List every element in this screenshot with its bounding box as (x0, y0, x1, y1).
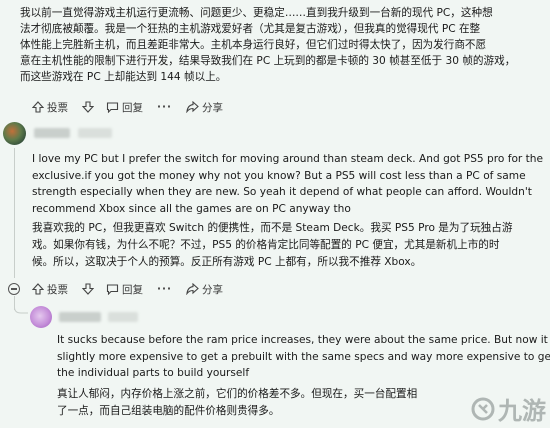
comment-actions: 投票 回复 ··· 分享 (32, 281, 237, 297)
text-line: 戏。如果你有钱，为什么不呢？不过，PS5 的价格肯定比同等配置的 PC 便宜，尤… (32, 239, 500, 251)
reply-connector-curve (14, 303, 28, 314)
text-line: 意在主机性能的限制下进行开发，结果导致我们在 PC 上玩到的都是卡顿的 30 帧… (20, 55, 516, 67)
text-line: slightly more expensive to get a prebuil… (57, 350, 550, 363)
text-line: the individual parts to build yourself (57, 367, 250, 379)
comment-icon (106, 283, 119, 295)
comment-icon (106, 101, 119, 113)
avatar[interactable] (3, 122, 26, 145)
text-line: 了一点，而自己组装电脑的配件价格则贵得多。 (57, 405, 280, 417)
text-line: 候。所以，这取决于个人的预算。反正所有游戏 PC 上都有，所以我不推荐 Xbox… (32, 256, 422, 268)
reply-button[interactable]: 回复 (106, 100, 143, 115)
collapse-icon[interactable] (8, 283, 20, 295)
watermark-logo: 九游 (470, 391, 546, 426)
avatar[interactable] (30, 306, 52, 328)
downvote-button[interactable] (82, 283, 94, 295)
share-icon (186, 101, 199, 113)
text-line: 而这些游戏在 PC 上却能达到 144 帧以上。 (20, 71, 227, 83)
downvote-icon (82, 283, 94, 295)
reply-label: 回复 (122, 101, 143, 114)
comment-english-text: I love my PC but I prefer the switch for… (32, 151, 543, 217)
downvote-icon (82, 101, 94, 113)
text-line: 体性能上完胜新主机，而且差距非常大。主机本身运行良好，但它们过时得太快了，因为发… (20, 39, 487, 51)
upvote-button[interactable]: 投票 (32, 282, 68, 297)
downvote-button[interactable] (82, 101, 94, 113)
reply-label: 回复 (122, 283, 143, 296)
share-label: 分享 (201, 101, 223, 114)
text-line: strength especially when they are new. S… (32, 186, 532, 198)
share-button[interactable]: 分享 (186, 282, 223, 297)
reply-english-text: It sucks because before the ram price in… (57, 332, 550, 382)
timestamp-blurred (78, 128, 112, 138)
share-button[interactable]: 分享 (186, 100, 223, 115)
timestamp-blurred (108, 312, 138, 322)
vote-label: 投票 (47, 283, 68, 296)
watermark-text: 九游 (498, 397, 546, 425)
share-label: 分享 (201, 283, 223, 296)
more-icon[interactable]: ··· (157, 283, 172, 295)
watermark-icon (471, 397, 495, 420)
text-line: exclusive.if you got the money why not y… (32, 169, 526, 182)
username-blurred[interactable] (59, 312, 101, 322)
more-icon[interactable]: ··· (157, 101, 172, 113)
upvote-icon (32, 101, 44, 113)
text-line: recommend Xbox since all the games are o… (32, 202, 351, 215)
vote-label: 投票 (47, 101, 68, 114)
text-line: 我喜欢我的 PC，但我更喜欢 Switch 的便携性，而不是 Steam Dec… (32, 222, 513, 234)
upvote-button[interactable]: 投票 (32, 100, 68, 115)
reply-translation-text: 真让人郁闷，内存价格上涨之前，它们的价格差不多。但现在，买一台配置相 了一点，而… (57, 386, 417, 420)
top-post-text: 我以前一直觉得游戏主机运行更流畅、问题更少、更稳定……直到我升级到一台新的现代 … (20, 5, 515, 85)
top-post-actions: 投票 回复 ··· 分享 (32, 99, 237, 115)
text-line: I love my PC but I prefer the switch for… (32, 153, 544, 165)
username-blurred[interactable] (34, 128, 70, 138)
text-line: 真让人郁闷，内存价格上涨之前，它们的价格差不多。但现在，买一台配置相 (57, 388, 418, 400)
text-line: 我以前一直觉得游戏主机运行更流畅、问题更少、更稳定……直到我升级到一台新的现代 … (20, 7, 493, 19)
text-line: It sucks because before the ram price in… (57, 334, 550, 346)
comment-translation-text: 我喜欢我的 PC，但我更喜欢 Switch 的便携性，而不是 Steam Dec… (32, 220, 512, 271)
share-icon (186, 283, 199, 295)
upvote-icon (32, 283, 44, 295)
text-line: 法才彻底被颠覆。我是一个狂热的主机游戏爱好者（尤其是复古游戏），但我真的觉得现代… (20, 23, 481, 35)
reply-button[interactable]: 回复 (106, 282, 143, 297)
thread-line (14, 148, 15, 278)
